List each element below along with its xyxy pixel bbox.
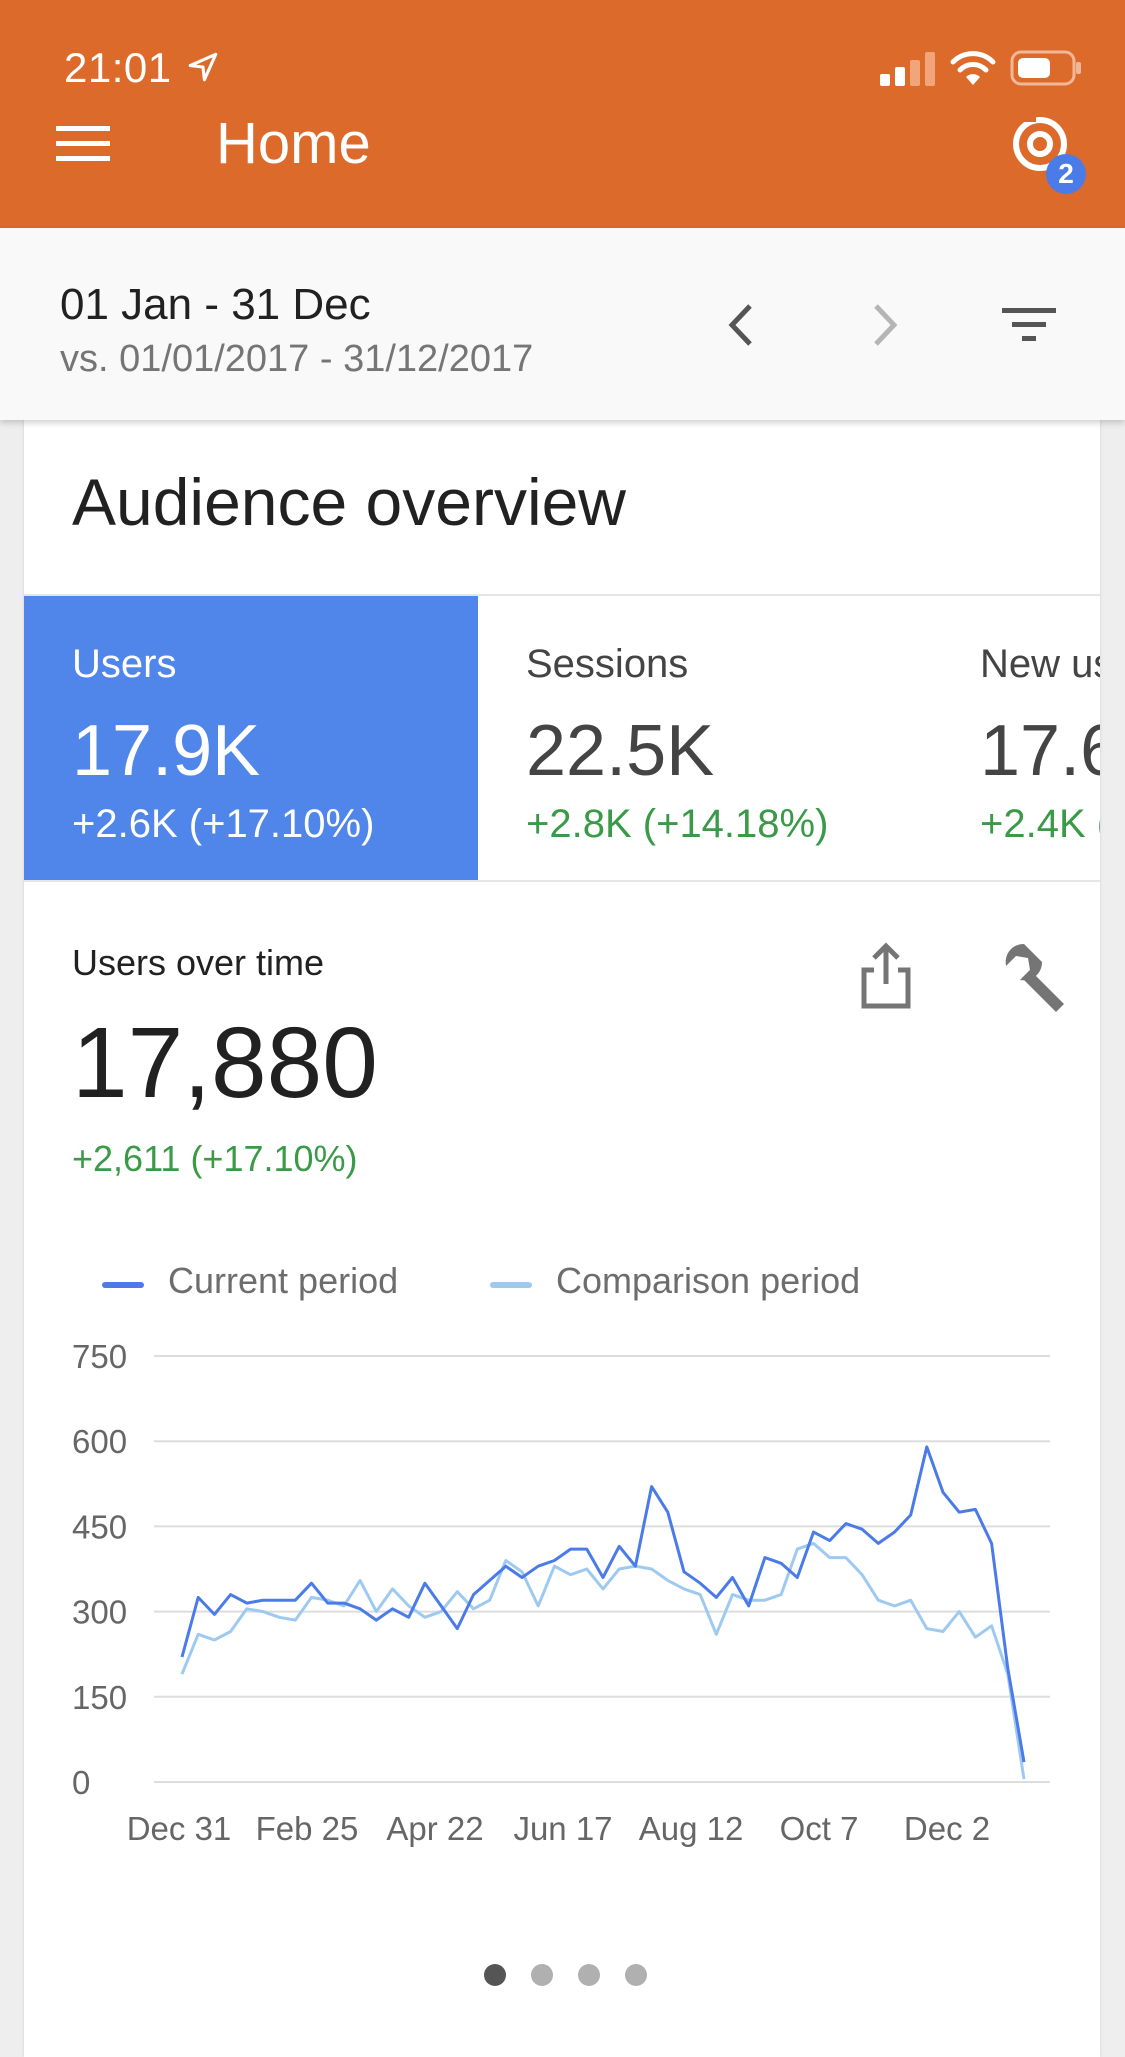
page-indicator <box>484 1964 684 1994</box>
y-tick-label: 450 <box>72 1508 127 1545</box>
share-icon[interactable] <box>854 940 918 1012</box>
x-tick-label: Feb 25 <box>256 1810 359 1847</box>
date-range-bar[interactable]: 01 Jan - 31 Dec vs. 01/01/2017 - 31/12/2… <box>0 228 1125 420</box>
users-over-time-value: 17,880 <box>72 1007 378 1119</box>
y-tick-label: 300 <box>72 1594 127 1631</box>
metric-change: +2.8K (+14.18%) <box>526 802 829 846</box>
page-dot[interactable] <box>578 1964 600 1986</box>
x-tick-label: Aug 12 <box>639 1810 744 1847</box>
filter-icon[interactable] <box>996 300 1060 350</box>
x-tick-label: Apr 22 <box>386 1810 483 1847</box>
x-tick-label: Jun 17 <box>513 1810 612 1847</box>
metric-label: New users <box>980 642 1100 686</box>
x-tick-label: Dec 2 <box>904 1810 990 1847</box>
x-tick-label: Oct 7 <box>780 1810 859 1847</box>
menu-button[interactable] <box>52 118 116 170</box>
metric-tab-new-users[interactable]: New users 17.6K +2.4K (+16.xx%) <box>932 596 1100 880</box>
notification-badge: 2 <box>1046 154 1086 194</box>
x-tick-label: Dec 31 <box>127 1810 232 1847</box>
metric-label: Sessions <box>526 642 689 686</box>
metric-change: +2.6K (+17.10%) <box>72 802 375 846</box>
users-over-time-chart: 750 600 450 300 150 0 Dec 31 Feb 25 Apr 22 Jun 17… <box>72 1338 1050 1847</box>
previous-period-button[interactable] <box>718 298 764 352</box>
metric-label: Users <box>72 642 177 686</box>
legend-label: Comparison period <box>556 1260 861 1301</box>
metric-value: 22.5K <box>526 711 715 791</box>
metric-tabs: Users 17.9K +2.6K (+17.10%) Sessions 22.… <box>24 594 1100 882</box>
users-over-time-change: +2,611 (+17.10%) <box>72 1138 358 1179</box>
legend-swatch-current <box>102 1282 144 1288</box>
metric-value: 17.9K <box>72 711 261 791</box>
card-title: Audience overview <box>72 465 626 539</box>
metric-tab-sessions[interactable]: Sessions 22.5K +2.8K (+14.18%) <box>478 596 932 880</box>
metric-value: 17.6K <box>980 711 1100 791</box>
metric-tab-users[interactable]: Users 17.9K +2.6K (+17.10%) <box>24 596 478 880</box>
y-tick-label: 0 <box>72 1764 90 1801</box>
metric-change: +2.4K (+16.xx%) <box>980 802 1100 846</box>
page-title: Home <box>216 111 371 176</box>
y-tick-label: 600 <box>72 1423 127 1460</box>
legend-swatch-comparison <box>490 1282 532 1288</box>
next-period-button[interactable] <box>862 298 908 352</box>
y-tick-label: 150 <box>72 1679 127 1716</box>
app-bar: 21:01 Home 2 <box>0 0 1125 228</box>
status-time: 21:01 <box>64 44 172 91</box>
date-range[interactable]: 01 Jan - 31 Dec <box>60 280 371 330</box>
location-arrow-icon <box>188 52 218 82</box>
users-over-time-label: Users over time <box>72 942 325 983</box>
wrench-icon[interactable] <box>994 940 1070 1016</box>
comparison-range[interactable]: vs. 01/01/2017 - 31/12/2017 <box>60 338 533 381</box>
wifi-icon <box>950 51 996 85</box>
y-tick-label: 750 <box>72 1338 127 1375</box>
battery-icon <box>1010 50 1081 86</box>
page-dot[interactable] <box>484 1964 506 1986</box>
audience-overview-card: Audience overview Users 17.9K +2.6K (+17… <box>24 420 1100 2057</box>
page-dot[interactable] <box>531 1964 553 1986</box>
cellular-signal-icon <box>880 52 935 86</box>
legend-label: Current period <box>168 1260 399 1301</box>
page-dot[interactable] <box>625 1964 647 1986</box>
